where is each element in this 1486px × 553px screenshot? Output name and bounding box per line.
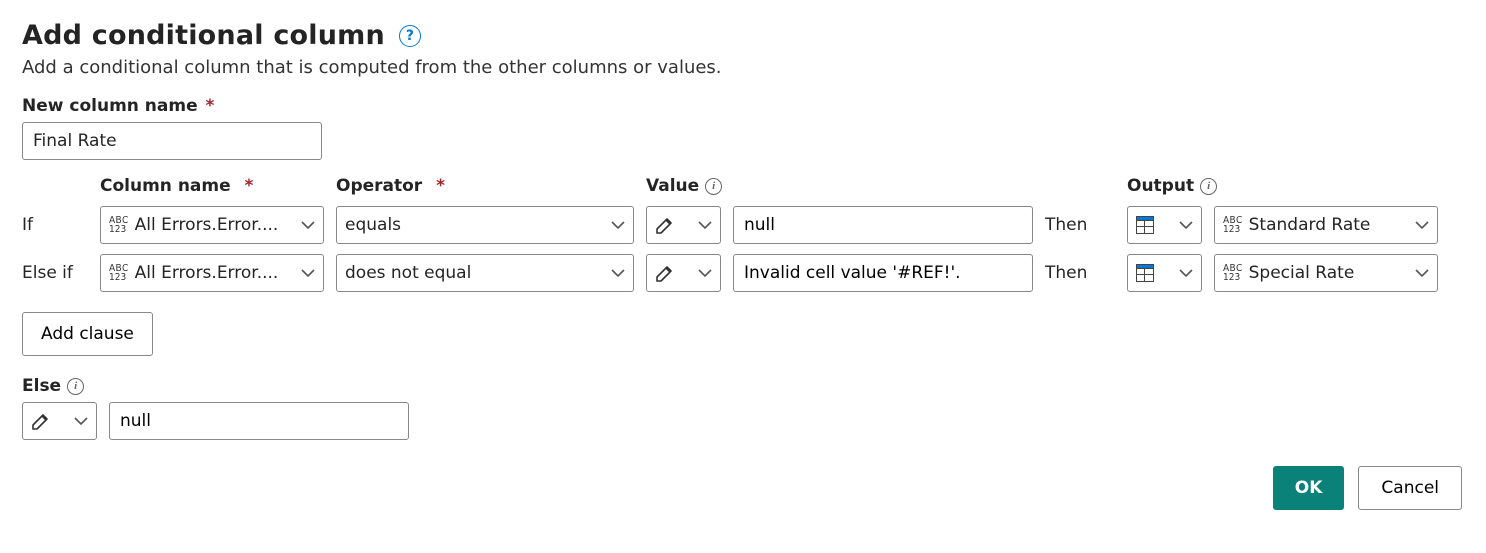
new-column-name-label: New column name * — [22, 96, 1466, 116]
abc123-type-icon: ABC123 — [109, 216, 129, 234]
chevron-down-icon — [611, 218, 625, 232]
pencil-icon — [31, 412, 50, 431]
output-type-selector[interactable] — [1127, 254, 1202, 292]
chevron-down-icon — [1179, 218, 1193, 232]
else-label: Elsei — [22, 376, 1466, 396]
chevron-down-icon — [301, 266, 315, 280]
table-icon — [1136, 216, 1154, 234]
pencil-icon — [655, 216, 674, 235]
column-name-dropdown[interactable]: ABC123 All Errors.Error.... — [100, 206, 324, 244]
abc123-type-icon: ABC123 — [1223, 216, 1243, 234]
dialog-title: Add conditional column — [22, 20, 385, 51]
chevron-down-icon — [1415, 266, 1429, 280]
else-value-input[interactable] — [109, 402, 409, 440]
value-type-selector[interactable] — [646, 206, 721, 244]
required-star: * — [200, 96, 215, 116]
help-icon[interactable]: ? — [399, 25, 421, 47]
info-icon[interactable]: i — [1200, 178, 1217, 195]
cancel-button[interactable]: Cancel — [1358, 466, 1462, 510]
column-name-header: Column name * — [100, 176, 324, 196]
operator-header: Operator * — [336, 176, 634, 196]
value-header: Valuei — [646, 176, 1033, 196]
output-header: Outputi — [1127, 176, 1438, 196]
value-input[interactable] — [733, 206, 1033, 244]
info-icon[interactable]: i — [67, 378, 84, 395]
else-type-selector[interactable] — [22, 402, 97, 440]
dialog-subtitle: Add a conditional column that is compute… — [22, 57, 1466, 78]
new-column-name-input[interactable] — [22, 122, 322, 160]
elseif-label: Else if — [22, 263, 88, 283]
if-label: If — [22, 215, 88, 235]
operator-dropdown[interactable]: does not equal — [336, 254, 634, 292]
output-type-selector[interactable] — [1127, 206, 1202, 244]
then-label: Then — [1045, 263, 1115, 283]
chevron-down-icon — [698, 218, 712, 232]
value-input[interactable] — [733, 254, 1033, 292]
output-column-dropdown[interactable]: ABC123 Special Rate — [1214, 254, 1438, 292]
conditions-grid: Column name * Operator * Valuei Outputi … — [22, 176, 1466, 292]
abc123-type-icon: ABC123 — [109, 264, 129, 282]
chevron-down-icon — [611, 266, 625, 280]
column-name-dropdown[interactable]: ABC123 All Errors.Error.... — [100, 254, 324, 292]
chevron-down-icon — [1179, 266, 1193, 280]
operator-dropdown[interactable]: equals — [336, 206, 634, 244]
info-icon[interactable]: i — [705, 178, 722, 195]
abc123-type-icon: ABC123 — [1223, 264, 1243, 282]
value-type-selector[interactable] — [646, 254, 721, 292]
pencil-icon — [655, 264, 674, 283]
chevron-down-icon — [301, 218, 315, 232]
ok-button[interactable]: OK — [1273, 466, 1345, 510]
then-label: Then — [1045, 215, 1115, 235]
chevron-down-icon — [1415, 218, 1429, 232]
table-icon — [1136, 264, 1154, 282]
chevron-down-icon — [74, 414, 88, 428]
add-clause-button[interactable]: Add clause — [22, 312, 153, 356]
output-column-dropdown[interactable]: ABC123 Standard Rate — [1214, 206, 1438, 244]
chevron-down-icon — [698, 266, 712, 280]
